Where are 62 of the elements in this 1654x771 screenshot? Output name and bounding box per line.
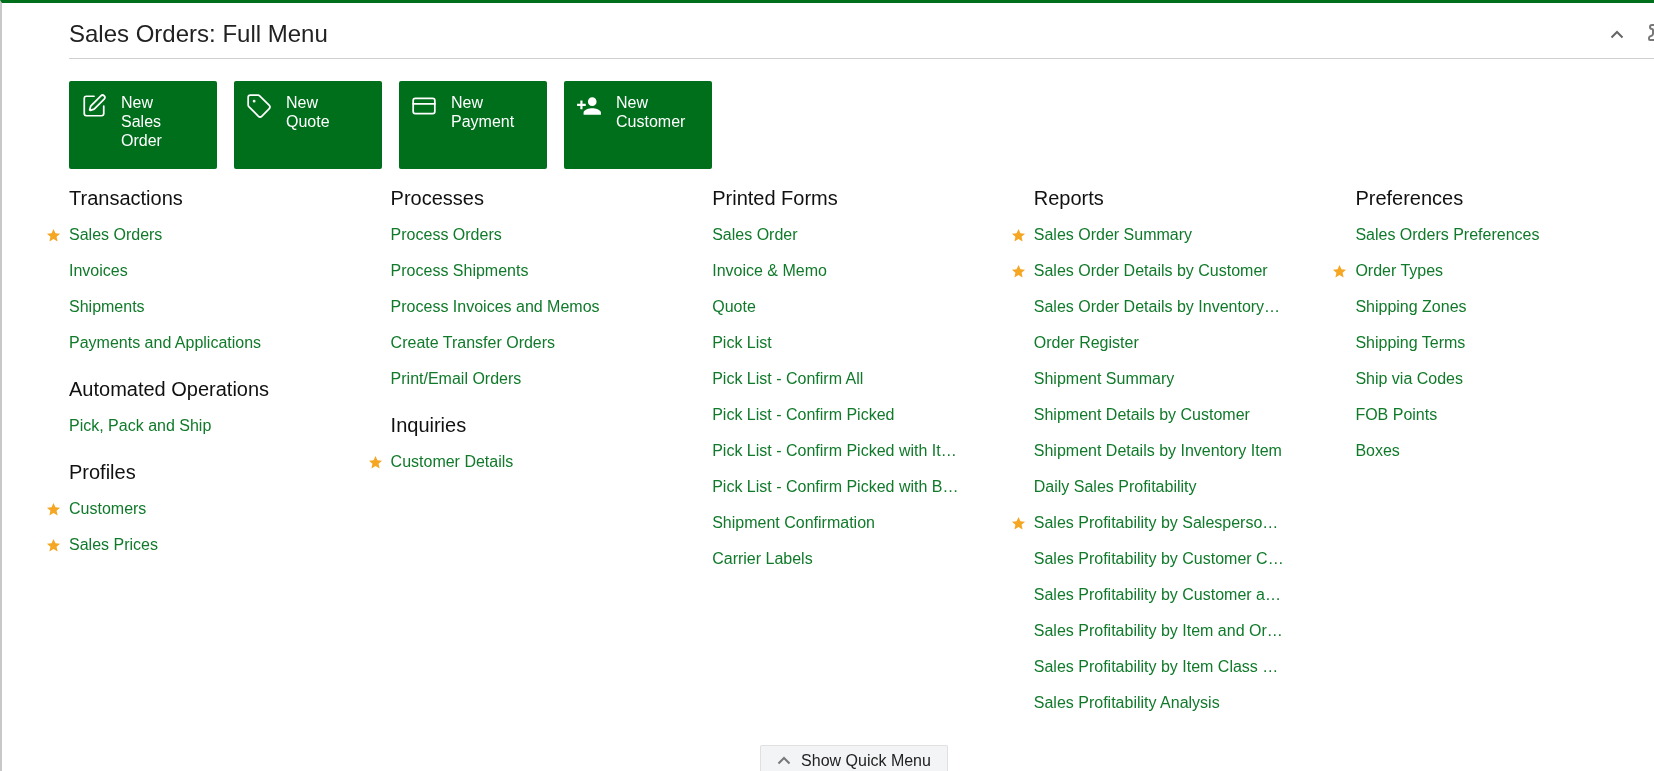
menu-link[interactable]: Sales Order Details by Inventory… xyxy=(1033,298,1281,316)
menu-link[interactable]: Customer Details xyxy=(390,453,514,471)
menu-link[interactable]: Shipment Details by Inventory Item xyxy=(1033,442,1282,460)
menu-link[interactable]: Process Shipments xyxy=(390,262,529,280)
menu-link[interactable]: Payments and Applications xyxy=(69,334,262,352)
menu-link[interactable]: Daily Sales Profitability xyxy=(1033,478,1197,496)
chevron-up-icon[interactable] xyxy=(1610,30,1624,39)
menu-link[interactable]: Shipment Details by Customer xyxy=(1033,406,1250,424)
menu-link[interactable]: Pick List xyxy=(712,334,772,352)
menu-link[interactable]: Order Types xyxy=(1355,262,1444,280)
menu-link[interactable]: Sales Orders Preferences xyxy=(1355,226,1540,244)
menu-link[interactable]: Sales Prices xyxy=(69,536,158,554)
quick-action-button[interactable]: New Quote xyxy=(234,81,382,169)
menu-link[interactable]: Shipping Zones xyxy=(1355,298,1467,316)
section-heading: Reports xyxy=(1033,185,1105,211)
section-heading: Preferences xyxy=(1355,185,1465,211)
menu-link[interactable]: Customers xyxy=(69,500,147,518)
menu-link[interactable]: Carrier Labels xyxy=(712,550,813,568)
menu-link[interactable]: Sales Profitability Analysis xyxy=(1033,694,1220,712)
menu-link[interactable]: Process Orders xyxy=(390,226,502,244)
menu-link[interactable]: Sales Profitability by Salesperso… xyxy=(1033,514,1279,532)
menu-link[interactable]: Pick List - Confirm Picked xyxy=(712,406,895,424)
menu-link[interactable]: Sales Profitability by Customer a… xyxy=(1033,586,1281,604)
section-heading: Inquiries xyxy=(390,412,468,438)
menu-link[interactable]: Invoices xyxy=(69,262,128,280)
menu-link[interactable]: Sales Profitability by Item Class … xyxy=(1033,658,1279,676)
menu-link[interactable]: Sales Order Summary xyxy=(1033,226,1193,244)
menu-link[interactable]: Sales Order Details by Customer xyxy=(1033,262,1268,280)
menu-link[interactable]: FOB Points xyxy=(1355,406,1438,424)
menu-link[interactable]: Shipping Terms xyxy=(1355,334,1466,352)
section-heading: Printed Forms xyxy=(712,185,839,211)
menu-link[interactable]: Print/Email Orders xyxy=(390,370,522,388)
section-heading: Transactions xyxy=(69,185,184,211)
menu-link[interactable]: Ship via Codes xyxy=(1355,370,1463,388)
menu-link[interactable]: Pick, Pack and Ship xyxy=(69,417,212,435)
quick-action-button[interactable]: New Payment xyxy=(399,81,547,169)
chevron-up-icon xyxy=(777,756,792,765)
menu-link[interactable]: Pick List - Confirm All xyxy=(712,370,864,388)
show-quick-menu-button[interactable]: Show Quick Menu xyxy=(760,745,948,771)
quick-action-button[interactable]: New Customer xyxy=(564,81,712,169)
menu-link[interactable]: Sales Profitability by Customer C… xyxy=(1033,550,1284,568)
menu-link[interactable]: Quote xyxy=(712,298,756,316)
section-heading: Profiles xyxy=(69,459,137,485)
menu-link[interactable]: Sales Profitability by Item and Or… xyxy=(1033,622,1283,640)
menu-link[interactable]: Sales Order xyxy=(712,226,798,244)
menu-link[interactable]: Order Register xyxy=(1033,334,1139,352)
menu-link[interactable]: Shipment Summary xyxy=(1033,370,1175,388)
menu-link[interactable]: Create Transfer Orders xyxy=(390,334,556,352)
page-title: Sales Orders: Full Menu xyxy=(69,18,328,48)
menu-link[interactable]: Process Invoices and Memos xyxy=(390,298,600,316)
menu-link[interactable]: Shipment Confirmation xyxy=(712,514,875,532)
pencil-square-icon xyxy=(81,93,107,119)
menu-link[interactable]: Invoice & Memo xyxy=(712,262,827,280)
quick-action-button[interactable]: New Sales Order xyxy=(69,81,217,169)
menu-link[interactable]: Shipments xyxy=(69,298,145,316)
menu-link[interactable]: Pick List - Confirm Picked with B… xyxy=(712,478,959,496)
menu-link[interactable]: Boxes xyxy=(1355,442,1400,460)
section-heading: Processes xyxy=(390,185,485,211)
menu-link[interactable]: Pick List - Confirm Picked with It… xyxy=(712,442,957,460)
tag-icon xyxy=(246,93,272,119)
menu-link[interactable]: Sales Orders xyxy=(69,226,163,244)
section-heading: Automated Operations xyxy=(69,376,271,402)
